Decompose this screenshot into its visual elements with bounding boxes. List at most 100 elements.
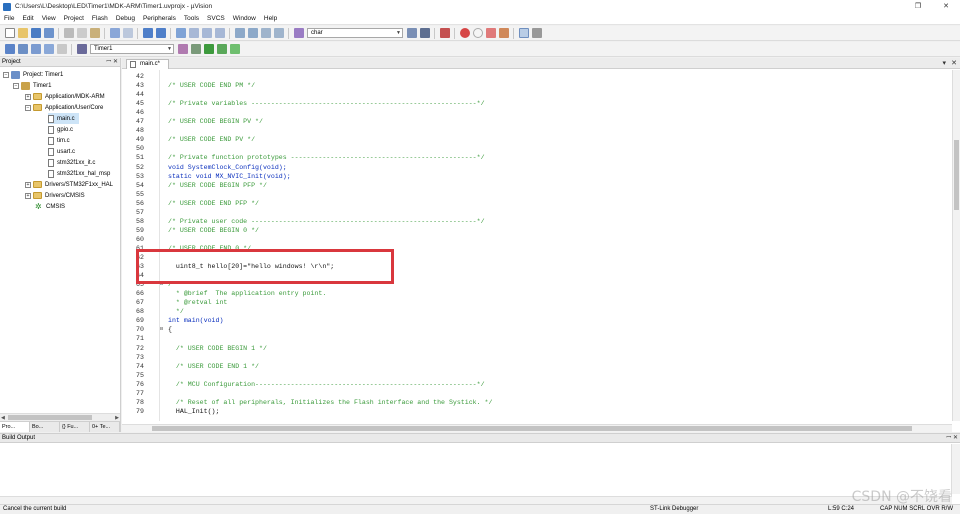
- window-layout-icon[interactable]: [518, 28, 529, 38]
- open-file-icon[interactable]: [17, 28, 28, 38]
- code-editor[interactable]: 42 43 /* USER CODE END PM */ 44 45 /* Private…: [122, 70, 952, 421]
- tab-main-c[interactable]: main.c*: [126, 59, 170, 69]
- rebuild-icon[interactable]: [30, 44, 41, 54]
- expand-icon[interactable]: +: [25, 93, 31, 100]
- tree-file[interactable]: usart.c: [48, 146, 75, 157]
- project-horizontal-scrollbar[interactable]: ◀ ▶: [0, 413, 120, 421]
- target-select[interactable]: Timer1 ▼: [90, 44, 174, 54]
- collapse-icon[interactable]: −: [13, 82, 19, 89]
- tree-file[interactable]: tim.c: [48, 135, 70, 146]
- menu-project[interactable]: Project: [64, 15, 84, 22]
- restore-window-button[interactable]: ❐: [904, 0, 932, 13]
- tree-item-group[interactable]: + Drivers/CMSIS: [25, 190, 85, 201]
- undo-icon[interactable]: [109, 28, 120, 38]
- manage-rte-icon[interactable]: [203, 44, 214, 54]
- breakpoint-icon[interactable]: [459, 28, 470, 38]
- menu-edit[interactable]: Edit: [22, 15, 33, 22]
- paste-icon[interactable]: [89, 28, 100, 38]
- tab-project[interactable]: Pro...: [0, 422, 30, 432]
- tab-books[interactable]: Bo...: [30, 422, 60, 432]
- collapse-icon[interactable]: −: [25, 104, 31, 111]
- collapse-icon[interactable]: −: [3, 71, 9, 78]
- incremental-find-icon[interactable]: [419, 28, 430, 38]
- download-icon[interactable]: [76, 44, 87, 54]
- chevron-down-icon[interactable]: ▼: [167, 45, 172, 53]
- panel-close-icon[interactable]: ꟷ ✕: [946, 434, 958, 443]
- menu-svcs[interactable]: SVCS: [207, 15, 225, 22]
- tree-item-target[interactable]: − Timer1: [13, 80, 51, 91]
- debug-session-icon[interactable]: [439, 28, 450, 38]
- comment-icon[interactable]: [260, 28, 271, 38]
- tree-item-project[interactable]: − Project: Timer1: [3, 69, 63, 80]
- build-output-text[interactable]: [0, 444, 952, 504]
- editor-vertical-scrollbar[interactable]: [952, 70, 960, 421]
- kill-breakpoints-icon[interactable]: [485, 28, 496, 38]
- tab-list-icon[interactable]: ▾: [942, 58, 946, 69]
- expand-icon[interactable]: +: [25, 192, 31, 199]
- menu-help[interactable]: Help: [264, 15, 277, 22]
- find-in-files-icon[interactable]: [293, 28, 304, 38]
- menu-window[interactable]: Window: [233, 15, 256, 22]
- batch-build-icon[interactable]: [43, 44, 54, 54]
- translate-icon[interactable]: [4, 44, 15, 54]
- prev-bookmark-icon[interactable]: [188, 28, 199, 38]
- file-extensions-icon[interactable]: [190, 44, 201, 54]
- folder-icon: [33, 181, 42, 188]
- navigate-back-icon[interactable]: [142, 28, 153, 38]
- tree-item-group[interactable]: − Application/User/Core: [25, 102, 103, 113]
- panel-close-icon[interactable]: ꟷ ✕: [106, 58, 118, 67]
- build-vertical-scrollbar[interactable]: [952, 444, 960, 494]
- next-bookmark-icon[interactable]: [201, 28, 212, 38]
- tree-file[interactable]: stm32f1xx_it.c: [48, 157, 95, 168]
- scroll-thumb[interactable]: [8, 415, 92, 420]
- kill-all-breakpoints-icon[interactable]: [498, 28, 509, 38]
- navigate-forward-icon[interactable]: [155, 28, 166, 38]
- menu-tools[interactable]: Tools: [184, 15, 199, 22]
- tab-templates[interactable]: 0+ Te...: [90, 422, 120, 432]
- fold-toggle-icon[interactable]: ⊟: [160, 325, 163, 334]
- tree-file[interactable]: main.c: [48, 113, 79, 124]
- tree-item-cmsis[interactable]: ✲ CMSIS: [35, 201, 65, 212]
- menu-debug[interactable]: Debug: [116, 15, 135, 22]
- uncomment-icon[interactable]: [273, 28, 284, 38]
- line-number: 47: [136, 118, 144, 126]
- stop-build-icon[interactable]: [56, 44, 67, 54]
- menu-peripherals[interactable]: Peripherals: [143, 15, 176, 22]
- bookmark-icon[interactable]: [175, 28, 186, 38]
- menu-flash[interactable]: Flash: [92, 15, 108, 22]
- scroll-thumb[interactable]: [152, 426, 912, 431]
- disable-breakpoint-icon[interactable]: [472, 28, 483, 38]
- redo-icon[interactable]: [122, 28, 133, 38]
- toolbar-separator: [71, 43, 72, 55]
- build-icon[interactable]: [17, 44, 28, 54]
- chevron-down-icon[interactable]: ▼: [396, 29, 401, 37]
- expand-icon[interactable]: +: [25, 181, 31, 188]
- find-combo[interactable]: char ▼: [307, 28, 403, 38]
- cut-icon[interactable]: [63, 28, 74, 38]
- save-icon[interactable]: [30, 28, 41, 38]
- menu-file[interactable]: File: [4, 15, 14, 22]
- tree-item-group[interactable]: + Application/MDK-ARM: [25, 91, 105, 102]
- tree-file[interactable]: gpio.c: [48, 124, 73, 135]
- editor-horizontal-scrollbar[interactable]: [122, 424, 952, 432]
- copy-icon[interactable]: [76, 28, 87, 38]
- tree-item-group[interactable]: + Drivers/STM32F1xx_HAL: [25, 179, 113, 190]
- build-horizontal-scrollbar[interactable]: [0, 496, 952, 504]
- new-file-icon[interactable]: [4, 28, 15, 38]
- find-icon[interactable]: [406, 28, 417, 38]
- scroll-thumb[interactable]: [954, 140, 959, 210]
- indent-icon[interactable]: [234, 28, 245, 38]
- pack-installer-icon[interactable]: [216, 44, 227, 54]
- tree-file[interactable]: stm32f1xx_hal_msp: [48, 168, 110, 179]
- configure-icon[interactable]: [531, 28, 542, 38]
- tab-functions[interactable]: {} Fu...: [60, 422, 90, 432]
- clear-bookmarks-icon[interactable]: [214, 28, 225, 38]
- target-options-icon[interactable]: [177, 44, 188, 54]
- select-packs-icon[interactable]: [229, 44, 240, 54]
- save-all-icon[interactable]: [43, 28, 54, 38]
- close-window-button[interactable]: ✕: [932, 0, 960, 13]
- unindent-icon[interactable]: [247, 28, 258, 38]
- fold-toggle-icon[interactable]: ⊟: [160, 280, 163, 289]
- menu-view[interactable]: View: [42, 15, 56, 22]
- close-tab-icon[interactable]: ✕: [951, 58, 957, 69]
